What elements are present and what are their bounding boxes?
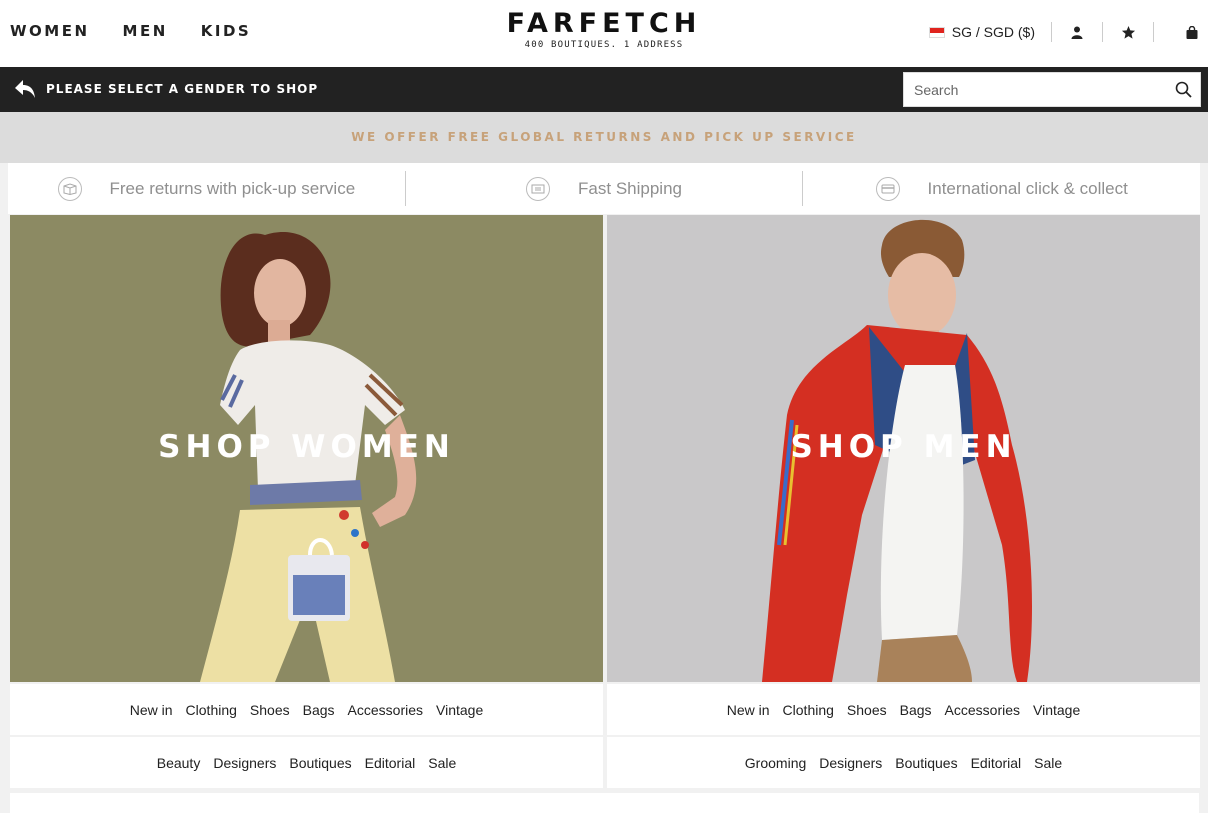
women-vintage-link[interactable]: Vintage xyxy=(436,702,483,718)
men-vintage-link[interactable]: Vintage xyxy=(1033,702,1080,718)
gender-bar: PLEASE SELECT A GENDER TO SHOP xyxy=(0,67,1208,112)
account-button[interactable] xyxy=(1052,26,1102,39)
women-beauty-link[interactable]: Beauty xyxy=(157,755,201,771)
singapore-flag-icon xyxy=(928,26,945,38)
women-category-row-2: Beauty Designers Boutiques Editorial Sal… xyxy=(10,737,603,788)
promo-text: WE OFFER FREE GLOBAL RETURNS AND PICK UP… xyxy=(351,130,857,144)
men-grooming-link[interactable]: Grooming xyxy=(745,755,806,771)
user-tools: SG / SGD ($) xyxy=(928,20,1198,44)
star-icon xyxy=(1121,25,1135,39)
benefit-free-returns[interactable]: Free returns with pick-up service xyxy=(8,171,406,206)
search-button[interactable] xyxy=(1175,81,1192,103)
men-boutiques-link[interactable]: Boutiques xyxy=(895,755,957,771)
women-category-row-1: New in Clothing Shoes Bags Accessories V… xyxy=(10,684,603,735)
women-designers-link[interactable]: Designers xyxy=(213,755,276,771)
next-section-strip xyxy=(10,793,1199,813)
women-boutiques-link[interactable]: Boutiques xyxy=(289,755,351,771)
women-new-in-link[interactable]: New in xyxy=(130,702,173,718)
benefit-label: Fast Shipping xyxy=(578,178,682,198)
women-editorial-link[interactable]: Editorial xyxy=(365,755,416,771)
benefit-click-collect[interactable]: International click & collect xyxy=(803,171,1200,206)
search-input[interactable] xyxy=(904,73,1164,106)
arrow-up-left-icon xyxy=(15,80,35,98)
men-clothing-link[interactable]: Clothing xyxy=(783,702,834,718)
search-icon xyxy=(1175,81,1192,98)
men-bags-link[interactable]: Bags xyxy=(900,702,932,718)
men-category-row-1: New in Clothing Shoes Bags Accessories V… xyxy=(607,684,1200,735)
box-icon xyxy=(57,176,82,201)
women-shoes-link[interactable]: Shoes xyxy=(250,702,290,718)
gender-prompt-text: PLEASE SELECT A GENDER TO SHOP xyxy=(46,82,319,96)
shop-men-title[interactable]: SHOP MEN xyxy=(607,429,1200,465)
promo-banner[interactable]: WE OFFER FREE GLOBAL RETURNS AND PICK UP… xyxy=(0,112,1208,163)
shop-women-title[interactable]: SHOP WOMEN xyxy=(10,429,603,465)
benefit-label: Free returns with pick-up service xyxy=(109,178,356,198)
men-new-in-link[interactable]: New in xyxy=(727,702,770,718)
men-designers-link[interactable]: Designers xyxy=(819,755,882,771)
benefit-label: International click & collect xyxy=(927,178,1128,198)
men-accessories-link[interactable]: Accessories xyxy=(945,702,1020,718)
gender-prompt: PLEASE SELECT A GENDER TO SHOP xyxy=(14,79,318,99)
benefit-fast-shipping[interactable]: Fast Shipping xyxy=(406,171,804,206)
site-header: WOMEN MEN KIDS FARFETCH 400 BOUTIQUES. 1… xyxy=(0,0,1208,67)
shop-women-panel[interactable]: SHOP WOMEN xyxy=(10,215,603,682)
benefits-strip: Free returns with pick-up service Fast S… xyxy=(8,163,1200,214)
wishlist-button[interactable] xyxy=(1103,25,1153,40)
bag-button[interactable] xyxy=(1154,25,1198,39)
women-sale-link[interactable]: Sale xyxy=(428,755,456,771)
region-label: SG / SGD ($) xyxy=(951,24,1035,40)
search-box xyxy=(903,72,1201,107)
shop-men-panel[interactable]: SHOP MEN xyxy=(607,215,1200,682)
women-clothing-link[interactable]: Clothing xyxy=(186,702,237,718)
shopping-bag-icon xyxy=(1186,25,1198,39)
shipping-icon xyxy=(526,176,551,201)
men-shoes-link[interactable]: Shoes xyxy=(847,702,887,718)
women-bags-link[interactable]: Bags xyxy=(303,702,335,718)
men-sale-link[interactable]: Sale xyxy=(1034,755,1062,771)
region-selector[interactable]: SG / SGD ($) xyxy=(928,24,1051,40)
women-accessories-link[interactable]: Accessories xyxy=(348,702,423,718)
user-icon xyxy=(1071,26,1083,39)
men-editorial-link[interactable]: Editorial xyxy=(971,755,1022,771)
men-category-row-2: Grooming Designers Boutiques Editorial S… xyxy=(607,737,1200,788)
card-icon xyxy=(875,176,900,201)
